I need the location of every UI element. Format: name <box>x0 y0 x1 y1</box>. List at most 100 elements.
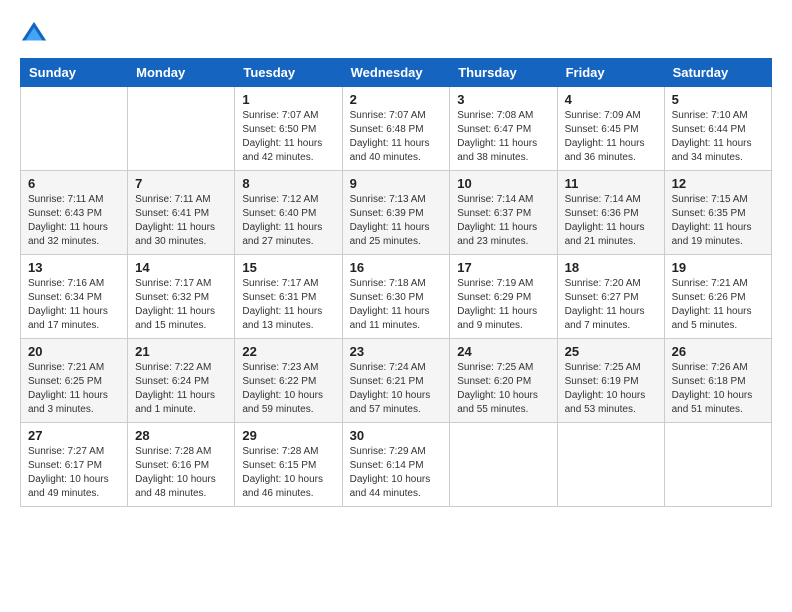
day-number: 30 <box>350 428 443 443</box>
day-of-week-header: Saturday <box>664 59 771 87</box>
logo-icon <box>20 20 48 48</box>
calendar-cell: 8 Sunrise: 7:12 AMSunset: 6:40 PMDaylight… <box>235 171 342 255</box>
calendar-cell: 7Sunrise: 7:11 AMSunset: 6:41 PMDaylight… <box>128 171 235 255</box>
day-number: 8 <box>242 176 334 191</box>
day-number: 21 <box>135 344 227 359</box>
day-info: Sunrise: 7:25 AMSunset: 6:20 PMDaylight:… <box>457 361 549 417</box>
day-number: 20 <box>28 344 120 359</box>
day-info: Sunrise: 7:10 AMSunset: 6:44 PMDaylight:… <box>672 109 764 165</box>
day-info: Sunrise: 7:25 AMSunset: 6:19 PMDaylight:… <box>565 361 657 417</box>
day-number: 2 <box>350 92 443 107</box>
calendar-cell: 18Sunrise: 7:20 AMSunset: 6:27 PMDayligh… <box>557 255 664 339</box>
calendar-cell: 26 Sunrise: 7:26 AMSunset: 6:18 PMDayligh… <box>664 339 771 423</box>
calendar-week-row: 1 Sunrise: 7:07 AMSunset: 6:50 PMDaylight… <box>21 87 772 171</box>
page-header <box>20 20 772 48</box>
day-info: Sunrise: 7:17 AMSunset: 6:32 PMDaylight:… <box>135 277 227 333</box>
day-of-week-header: Thursday <box>450 59 557 87</box>
day-info: Sunrise: 7:19 AMSunset: 6:29 PMDaylight:… <box>457 277 549 333</box>
day-number: 19 <box>672 260 764 275</box>
calendar-week-row: 20 Sunrise: 7:21 AMSunset: 6:25 PMDayligh… <box>21 339 772 423</box>
day-number: 16 <box>350 260 443 275</box>
day-info: Sunrise: 7:14 AMSunset: 6:36 PMDaylight:… <box>565 193 657 249</box>
day-number: 13 <box>28 260 120 275</box>
day-info: Sunrise: 7:27 AMSunset: 6:17 PMDaylight:… <box>28 445 120 501</box>
calendar-cell: 9 Sunrise: 7:13 AMSunset: 6:39 PMDaylight… <box>342 171 450 255</box>
logo <box>20 20 50 48</box>
day-number: 17 <box>457 260 549 275</box>
day-info: Sunrise: 7:26 AMSunset: 6:18 PMDaylight:… <box>672 361 764 417</box>
calendar-cell <box>21 87 128 171</box>
day-info: Sunrise: 7:28 AMSunset: 6:15 PMDaylight:… <box>242 445 334 501</box>
calendar-cell: 10 Sunrise: 7:14 AMSunset: 6:37 PMDayligh… <box>450 171 557 255</box>
calendar-cell: 25Sunrise: 7:25 AMSunset: 6:19 PMDayligh… <box>557 339 664 423</box>
day-number: 28 <box>135 428 227 443</box>
day-of-week-header: Wednesday <box>342 59 450 87</box>
calendar-cell: 17 Sunrise: 7:19 AMSunset: 6:29 PMDayligh… <box>450 255 557 339</box>
day-of-week-header: Monday <box>128 59 235 87</box>
day-number: 11 <box>565 176 657 191</box>
calendar-cell <box>557 423 664 507</box>
calendar-cell: 21 Sunrise: 7:22 AMSunset: 6:24 PMDayligh… <box>128 339 235 423</box>
day-info: Sunrise: 7:07 AMSunset: 6:50 PMDaylight:… <box>242 109 334 165</box>
day-number: 3 <box>457 92 549 107</box>
day-of-week-header: Tuesday <box>235 59 342 87</box>
day-info: Sunrise: 7:08 AMSunset: 6:47 PMDaylight:… <box>457 109 549 165</box>
calendar-cell <box>450 423 557 507</box>
day-info: Sunrise: 7:21 AMSunset: 6:26 PMDaylight:… <box>672 277 764 333</box>
calendar-cell: 23 Sunrise: 7:24 AMSunset: 6:21 PMDayligh… <box>342 339 450 423</box>
day-info: Sunrise: 7:09 AMSunset: 6:45 PMDaylight:… <box>565 109 657 165</box>
day-info: Sunrise: 7:24 AMSunset: 6:21 PMDaylight:… <box>350 361 443 417</box>
day-info: Sunrise: 7:16 AMSunset: 6:34 PMDaylight:… <box>28 277 120 333</box>
day-number: 10 <box>457 176 549 191</box>
calendar-cell: 5 Sunrise: 7:10 AMSunset: 6:44 PMDaylight… <box>664 87 771 171</box>
day-info: Sunrise: 7:18 AMSunset: 6:30 PMDaylight:… <box>350 277 443 333</box>
day-number: 4 <box>565 92 657 107</box>
day-info: Sunrise: 7:22 AMSunset: 6:24 PMDaylight:… <box>135 361 227 417</box>
day-number: 26 <box>672 344 764 359</box>
day-number: 27 <box>28 428 120 443</box>
day-info: Sunrise: 7:17 AMSunset: 6:31 PMDaylight:… <box>242 277 334 333</box>
calendar-cell: 14 Sunrise: 7:17 AMSunset: 6:32 PMDayligh… <box>128 255 235 339</box>
calendar-cell: 16 Sunrise: 7:18 AMSunset: 6:30 PMDayligh… <box>342 255 450 339</box>
calendar-cell: 11 Sunrise: 7:14 AMSunset: 6:36 PMDayligh… <box>557 171 664 255</box>
day-info: Sunrise: 7:21 AMSunset: 6:25 PMDaylight:… <box>28 361 120 417</box>
calendar-cell: 24 Sunrise: 7:25 AMSunset: 6:20 PMDayligh… <box>450 339 557 423</box>
calendar-cell: 20 Sunrise: 7:21 AMSunset: 6:25 PMDayligh… <box>21 339 128 423</box>
calendar-cell: 29Sunrise: 7:28 AMSunset: 6:15 PMDayligh… <box>235 423 342 507</box>
calendar-cell: 27 Sunrise: 7:27 AMSunset: 6:17 PMDayligh… <box>21 423 128 507</box>
day-number: 9 <box>350 176 443 191</box>
calendar-cell: 19 Sunrise: 7:21 AMSunset: 6:26 PMDayligh… <box>664 255 771 339</box>
day-info: Sunrise: 7:23 AMSunset: 6:22 PMDaylight:… <box>242 361 334 417</box>
calendar-cell: 22 Sunrise: 7:23 AMSunset: 6:22 PMDayligh… <box>235 339 342 423</box>
day-of-week-header: Friday <box>557 59 664 87</box>
calendar-cell: 4 Sunrise: 7:09 AMSunset: 6:45 PMDaylight… <box>557 87 664 171</box>
calendar-week-row: 6 Sunrise: 7:11 AMSunset: 6:43 PMDaylight… <box>21 171 772 255</box>
day-info: Sunrise: 7:13 AMSunset: 6:39 PMDaylight:… <box>350 193 443 249</box>
day-number: 15 <box>242 260 334 275</box>
calendar-cell: 1 Sunrise: 7:07 AMSunset: 6:50 PMDaylight… <box>235 87 342 171</box>
day-number: 18 <box>565 260 657 275</box>
day-number: 6 <box>28 176 120 191</box>
day-info: Sunrise: 7:15 AMSunset: 6:35 PMDaylight:… <box>672 193 764 249</box>
calendar-cell <box>664 423 771 507</box>
calendar-table: SundayMondayTuesdayWednesdayThursdayFrid… <box>20 58 772 507</box>
calendar-cell: 30Sunrise: 7:29 AMSunset: 6:14 PMDayligh… <box>342 423 450 507</box>
day-number: 14 <box>135 260 227 275</box>
day-number: 1 <box>242 92 334 107</box>
day-of-week-header: Sunday <box>21 59 128 87</box>
day-info: Sunrise: 7:12 AMSunset: 6:40 PMDaylight:… <box>242 193 334 249</box>
day-number: 23 <box>350 344 443 359</box>
calendar-cell: 15 Sunrise: 7:17 AMSunset: 6:31 PMDayligh… <box>235 255 342 339</box>
day-info: Sunrise: 7:14 AMSunset: 6:37 PMDaylight:… <box>457 193 549 249</box>
day-info: Sunrise: 7:11 AMSunset: 6:41 PMDaylight:… <box>135 193 227 249</box>
calendar-header-row: SundayMondayTuesdayWednesdayThursdayFrid… <box>21 59 772 87</box>
day-number: 24 <box>457 344 549 359</box>
calendar-cell: 28Sunrise: 7:28 AMSunset: 6:16 PMDayligh… <box>128 423 235 507</box>
day-number: 22 <box>242 344 334 359</box>
day-info: Sunrise: 7:11 AMSunset: 6:43 PMDaylight:… <box>28 193 120 249</box>
calendar-cell: 13 Sunrise: 7:16 AMSunset: 6:34 PMDayligh… <box>21 255 128 339</box>
day-info: Sunrise: 7:07 AMSunset: 6:48 PMDaylight:… <box>350 109 443 165</box>
calendar-cell: 3 Sunrise: 7:08 AMSunset: 6:47 PMDaylight… <box>450 87 557 171</box>
day-number: 5 <box>672 92 764 107</box>
calendar-cell: 2 Sunrise: 7:07 AMSunset: 6:48 PMDaylight… <box>342 87 450 171</box>
